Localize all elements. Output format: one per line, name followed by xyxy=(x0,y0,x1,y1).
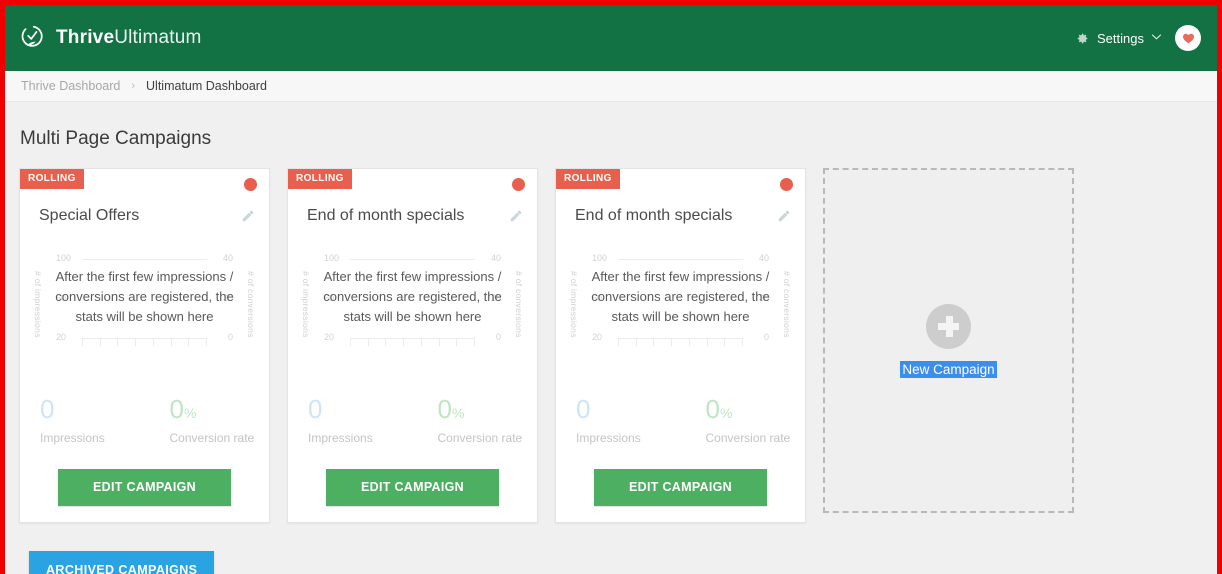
chart-empty-message: After the first few impressions / conver… xyxy=(591,269,770,324)
chart-left-tick: 100 xyxy=(592,253,608,263)
campaign-title: End of month specials xyxy=(575,207,733,224)
pencil-icon[interactable] xyxy=(777,209,791,223)
page-content: Multi Page Campaigns ROLLING Special Off… xyxy=(5,102,1217,574)
status-indicator-dot xyxy=(512,178,525,191)
pencil-icon[interactable] xyxy=(509,209,523,223)
stat-value: 0% xyxy=(705,394,733,424)
new-campaign-tile[interactable]: New Campaign xyxy=(823,168,1074,513)
favorites-button[interactable] xyxy=(1175,25,1201,51)
stat-caption: Impressions xyxy=(40,431,105,445)
pencil-icon[interactable] xyxy=(241,209,255,223)
status-indicator-dot xyxy=(780,178,793,191)
chart-right-tick: 0 xyxy=(227,332,233,342)
stat-caption: Impressions xyxy=(308,431,373,445)
campaign-card[interactable]: ROLLING End of month specials # of impre… xyxy=(287,168,538,523)
chart-right-axis-label: # of conversions xyxy=(514,271,524,338)
stat-value: 0% xyxy=(169,394,197,424)
brand-name-light: Ultimatum xyxy=(114,27,202,48)
chart-left-axis-label: # of impressions xyxy=(33,271,43,338)
status-badge: ROLLING xyxy=(288,169,352,189)
app-header: ThriveUltimatum Settings xyxy=(5,5,1217,71)
chart-right-tick: 0 xyxy=(495,332,501,342)
breadcrumb-separator: › xyxy=(131,80,136,92)
edit-campaign-button[interactable]: EDIT CAMPAIGN xyxy=(326,469,499,506)
page-title: Multi Page Campaigns xyxy=(20,128,212,149)
stat-impressions: 0 Impressions xyxy=(288,395,408,445)
chart-left-tick: 20 xyxy=(324,332,335,342)
heart-icon xyxy=(1182,32,1195,45)
edit-campaign-button[interactable]: EDIT CAMPAIGN xyxy=(594,469,767,506)
stat-impressions: 0 Impressions xyxy=(556,395,676,445)
chart-x-ticks xyxy=(82,339,207,346)
chart-right-axis-label: # of conversions xyxy=(782,271,792,338)
stats-chart-placeholder: # of impressions # of conversions 100 60… xyxy=(298,253,527,369)
campaign-card-list: ROLLING Special Offers # of impressions … xyxy=(19,168,1203,523)
stat-conversion-rate: 0% Conversion rate xyxy=(676,395,806,445)
chart-gridline xyxy=(618,259,743,260)
card-stats: 0 Impressions 0% Conversion rate xyxy=(556,369,805,445)
chart-left-tick: 20 xyxy=(56,332,67,342)
stat-conversion-rate: 0% Conversion rate xyxy=(140,395,270,445)
chart-x-ticks xyxy=(618,339,743,346)
stat-impressions: 0 Impressions xyxy=(20,395,140,445)
chart-right-tick: 40 xyxy=(222,253,233,263)
brand-logo[interactable]: ThriveUltimatum xyxy=(19,24,202,52)
chart-empty-message: After the first few impressions / conver… xyxy=(323,269,502,324)
stat-caption: Conversion rate xyxy=(705,431,791,445)
settings-menu[interactable]: Settings xyxy=(1076,30,1162,46)
chart-right-tick: 0 xyxy=(763,332,769,342)
archived-campaigns-button[interactable]: ARCHIVED CAMPAIGNS xyxy=(29,551,215,574)
chart-gridline xyxy=(82,259,207,260)
campaign-card[interactable]: ROLLING Special Offers # of impressions … xyxy=(19,168,270,523)
campaign-title: Special Offers xyxy=(39,207,140,224)
header-actions: Settings xyxy=(1076,25,1201,51)
stats-chart-placeholder: # of impressions # of conversions 100 60… xyxy=(30,253,259,369)
brand-name: ThriveUltimatum xyxy=(56,27,202,49)
campaign-title: End of month specials xyxy=(307,207,465,224)
stat-caption: Conversion rate xyxy=(437,431,523,445)
stat-value: 0 xyxy=(576,394,591,424)
breadcrumb-current: Ultimatum Dashboard xyxy=(146,79,267,93)
chart-left-tick: 100 xyxy=(56,253,72,263)
stat-value: 0% xyxy=(437,394,465,424)
chart-right-tick: 40 xyxy=(758,253,769,263)
chart-left-tick: 20 xyxy=(592,332,603,342)
chart-left-axis-label: # of impressions xyxy=(301,271,311,338)
chart-right-axis-label: # of conversions xyxy=(246,271,256,338)
gear-icon xyxy=(1076,32,1089,45)
breadcrumb-parent[interactable]: Thrive Dashboard xyxy=(21,79,120,93)
chart-gridline xyxy=(350,259,475,260)
status-badge: ROLLING xyxy=(556,169,620,189)
stat-value: 0 xyxy=(308,394,323,424)
new-campaign-label: New Campaign xyxy=(900,360,997,378)
status-badge: ROLLING xyxy=(20,169,84,189)
stats-chart-placeholder: # of impressions # of conversions 100 60… xyxy=(566,253,795,369)
brand-name-bold: Thrive xyxy=(56,27,115,48)
chart-x-ticks xyxy=(350,339,475,346)
status-indicator-dot xyxy=(244,178,257,191)
stat-caption: Conversion rate xyxy=(169,431,255,445)
chart-left-axis-label: # of impressions xyxy=(569,271,579,338)
stat-conversion-rate: 0% Conversion rate xyxy=(408,395,538,445)
card-stats: 0 Impressions 0% Conversion rate xyxy=(20,369,269,445)
edit-campaign-button[interactable]: EDIT CAMPAIGN xyxy=(58,469,231,506)
plus-circle-icon xyxy=(926,303,971,349)
stat-value: 0 xyxy=(40,394,55,424)
stat-caption: Impressions xyxy=(576,431,641,445)
breadcrumb: Thrive Dashboard › Ultimatum Dashboard xyxy=(5,71,1217,102)
card-stats: 0 Impressions 0% Conversion rate xyxy=(288,369,537,445)
thrive-clock-leaf-icon xyxy=(19,24,47,52)
campaign-card[interactable]: ROLLING End of month specials # of impre… xyxy=(555,168,806,523)
chevron-down-icon xyxy=(1151,33,1162,43)
settings-label: Settings xyxy=(1097,30,1144,46)
chart-left-tick: 100 xyxy=(324,253,340,263)
chart-empty-message: After the first few impressions / conver… xyxy=(55,269,234,324)
browser-viewport: ThriveUltimatum Settings Thrive Dashboar… xyxy=(0,0,1222,574)
chart-right-tick: 40 xyxy=(490,253,501,263)
